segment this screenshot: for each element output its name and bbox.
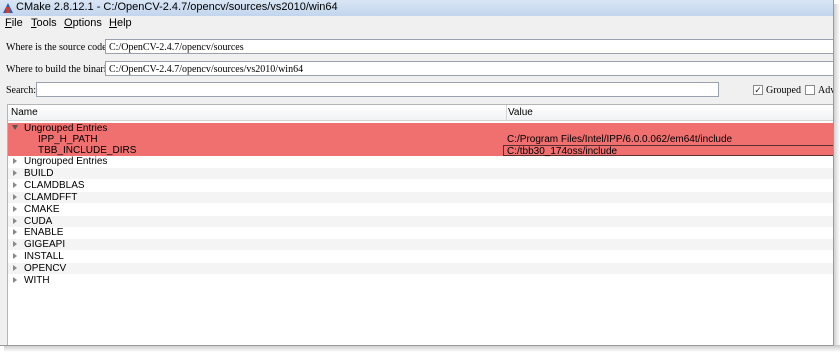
tree-group-row[interactable]: CUDA (8, 215, 833, 227)
menu-help[interactable]: Help (109, 17, 132, 29)
expand-right-icon[interactable] (13, 253, 17, 260)
entry-value[interactable]: C:/Program Files/Intel/IPP/6.0.0.062/em6… (507, 134, 732, 145)
build-path-field[interactable]: C:/OpenCV-2.4.7/opencv/sources/vs2010/wi… (105, 61, 833, 76)
build-label: Where to build the binaries: (6, 64, 118, 75)
tree-group-row[interactable]: GIGEAPI (8, 239, 833, 251)
expand-right-icon[interactable] (13, 205, 17, 212)
cmake-logo-icon (3, 3, 13, 13)
advanced-label: Adva (818, 85, 833, 96)
column-divider (506, 105, 507, 120)
table-row[interactable]: TBB_INCLUDE_DIRS C:/tbb30_174oss/include (8, 145, 833, 157)
window-title: CMake 2.8.12.1 - C:/OpenCV-2.4.7/opencv/… (16, 1, 338, 13)
entry-name: IPP_H_PATH (38, 134, 98, 145)
group-label: BUILD (24, 167, 54, 179)
expand-right-icon[interactable] (13, 265, 17, 272)
entry-value-editor[interactable]: C:/tbb30_174oss/include (503, 145, 833, 157)
column-header-value[interactable]: Value (508, 107, 533, 118)
tree-group-row[interactable]: ENABLE (8, 227, 833, 239)
expand-down-icon[interactable] (12, 125, 18, 130)
menu-tools[interactable]: Tools (31, 17, 57, 29)
cmake-window: CMake 2.8.12.1 - C:/OpenCV-2.4.7/opencv/… (0, 0, 834, 346)
window-shadow-bottom (4, 345, 840, 352)
window-shadow-right (833, 4, 840, 352)
group-label: CUDA (24, 215, 53, 227)
group-label: CLAMDFFT (24, 191, 78, 203)
tree-group-row[interactable]: CMAKE (8, 203, 833, 215)
tree-group-row[interactable]: CLAMDBLAS (8, 179, 833, 191)
tree-group-row[interactable]: BUILD (8, 167, 833, 179)
tree-group-row[interactable]: INSTALL (8, 251, 833, 263)
tree-group-row[interactable]: CLAMDFFT (8, 191, 833, 203)
cache-tree-view[interactable]: Name Value Ungrouped Entries IPP_H_PATH … (7, 104, 833, 345)
entry-name: TBB_INCLUDE_DIRS (38, 145, 137, 156)
expand-right-icon[interactable] (13, 169, 17, 176)
expand-right-icon[interactable] (13, 158, 17, 164)
title-bar[interactable]: CMake 2.8.12.1 - C:/OpenCV-2.4.7/opencv/… (0, 0, 833, 16)
search-label: Search: (6, 85, 36, 96)
column-header-name[interactable]: Name (11, 107, 38, 118)
tree-group-row[interactable]: OPENCV (8, 263, 833, 275)
group-label: CLAMDBLAS (24, 179, 85, 191)
tree-group-row[interactable]: WITH (8, 275, 833, 286)
source-path-field[interactable]: C:/OpenCV-2.4.7/opencv/sources (105, 39, 833, 54)
grouped-label: Grouped (766, 85, 801, 96)
table-row[interactable]: IPP_H_PATH C:/Program Files/Intel/IPP/6.… (8, 134, 833, 145)
search-input[interactable] (36, 82, 719, 97)
group-label: INSTALL (24, 251, 64, 263)
tree-group-new-entries[interactable]: Ungrouped Entries (8, 123, 833, 134)
tree-group-row[interactable]: Ungrouped Entries (8, 156, 833, 167)
advanced-checkbox[interactable] (805, 85, 815, 95)
menu-bar: File Tools Options Help (0, 16, 833, 31)
expand-right-icon[interactable] (13, 241, 17, 248)
expand-right-icon[interactable] (13, 277, 17, 283)
menu-options[interactable]: Options (64, 17, 102, 29)
group-label: GIGEAPI (24, 239, 66, 251)
group-label: OPENCV (24, 263, 67, 275)
group-label: CMAKE (24, 203, 60, 215)
expand-right-icon[interactable] (13, 181, 17, 188)
group-label: Ungrouped Entries (24, 123, 108, 134)
group-label: Ungrouped Entries (24, 156, 108, 167)
grouped-checkbox[interactable]: ✓ (753, 85, 763, 95)
expand-right-icon[interactable] (13, 229, 17, 236)
group-label: ENABLE (24, 227, 64, 239)
menu-file[interactable]: File (5, 17, 23, 29)
group-label: WITH (24, 275, 50, 286)
expand-right-icon[interactable] (13, 193, 17, 200)
tree-header: Name Value (8, 105, 833, 121)
source-label: Where is the source code: (6, 42, 110, 53)
expand-right-icon[interactable] (13, 217, 17, 224)
